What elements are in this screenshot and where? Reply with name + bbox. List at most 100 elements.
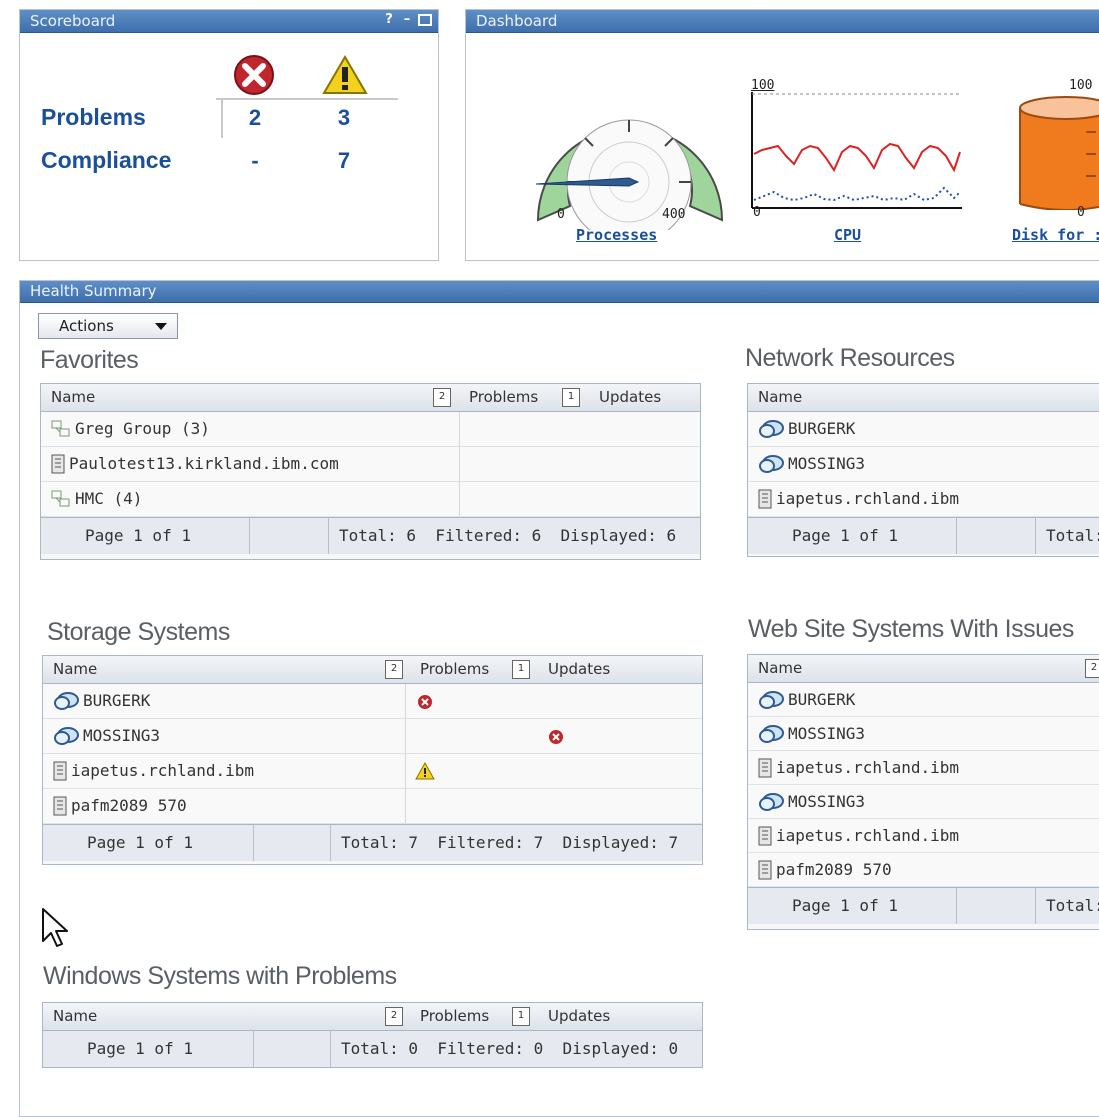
row-name[interactable]: BURGERK [788,412,855,446]
chevron-down-icon [155,323,167,330]
totals-text: Total: 7 Filtered: 7 Displayed: 7 [341,833,679,852]
name-column-header[interactable]: Name [53,656,97,683]
cpu-min: 0 [753,205,761,220]
updates-column-header[interactable]: Updates [548,1003,610,1030]
row-name[interactable]: MOSSING3 [83,719,160,753]
group-icon [51,490,70,507]
table-footer: Page 1 of 1 Total: [748,517,1099,554]
sort-icon[interactable]: 1 [562,388,580,407]
problems-column-header[interactable]: Problems [469,384,538,411]
page-indicator: Page 1 of 1 [87,833,193,852]
web-site-systems-title: Web Site Systems With Issues [748,615,1074,643]
warning-status-icon [415,762,435,780]
problems-label[interactable]: Problems [41,104,146,131]
totals-text: Total: [1046,896,1099,915]
problems-critical-count[interactable]: 2 [235,105,275,131]
table-footer: Page 1 of 1 Total: 6 Filtered: 6 Display… [41,517,700,554]
table-row[interactable]: MOSSING3 [748,447,1099,482]
sort-icon[interactable]: 1 [512,660,530,679]
row-name[interactable]: Paulotest13.kirkland.ibm.com [69,447,339,481]
compliance-warning-count[interactable]: 7 [324,148,364,174]
row-name[interactable]: iapetus.rchland.ibm [71,754,254,788]
row-name[interactable]: iapetus.rchland.ibm [776,819,959,852]
table-header: Name [748,384,1099,412]
windows-systems-title: Windows Systems with Problems [43,962,397,990]
sort-icon[interactable]: 2 [1085,659,1099,678]
table-row[interactable]: MOSSING3 [748,785,1099,819]
updates-column-header[interactable]: Updates [599,384,661,411]
system-icon [759,792,784,811]
row-name[interactable]: BURGERK [788,683,855,716]
scoreboard-title: Scoreboard [30,12,116,30]
sort-icon[interactable]: 2 [385,1007,403,1026]
disk-gauge[interactable] [1016,94,1099,210]
name-column-header[interactable]: Name [758,384,802,411]
table-row[interactable]: Greg Group (3) [41,412,700,447]
page-indicator: Page 1 of 1 [792,896,898,915]
processes-gauge[interactable] [516,70,736,230]
table-row[interactable]: Paulotest13.kirkland.ibm.com [41,447,700,482]
favorites-table: Name 2 Problems 1 Updates Greg Group (3)… [40,383,701,560]
row-name[interactable]: iapetus.rchland.ibm [776,751,959,784]
table-row[interactable]: MOSSING3 [43,719,702,754]
processes-max: 400 [662,207,686,222]
table-row[interactable]: BURGERK [43,684,702,719]
sort-icon[interactable]: 2 [433,388,451,407]
compliance-label[interactable]: Compliance [41,147,171,174]
row-name[interactable]: BURGERK [83,684,150,718]
row-name[interactable]: MOSSING3 [788,785,865,818]
server-icon [53,796,67,816]
actions-dropdown[interactable]: Actions [38,313,178,339]
problems-warning-count[interactable]: 3 [324,105,364,131]
maximize-icon[interactable] [418,14,432,26]
server-icon [51,454,65,474]
table-row[interactable]: iapetus.rchland.ibm [43,754,702,789]
web-site-systems-table: Name 2 BURGERK MOSSING3 iapetus.rchland.… [747,654,1099,930]
health-summary-title: Health Summary [30,282,157,300]
name-column-header[interactable]: Name [758,655,802,682]
table-row[interactable]: iapetus.rchland.ibm [748,482,1099,517]
name-column-header[interactable]: Name [53,1003,97,1030]
compliance-critical-count[interactable]: - [235,148,275,174]
cpu-link[interactable]: CPU [834,226,861,244]
row-name[interactable]: MOSSING3 [788,717,865,750]
table-row[interactable]: pafm2089 570 [43,789,702,824]
system-icon [759,420,784,438]
table-row[interactable]: MOSSING3 [748,717,1099,751]
minimize-icon[interactable]: – [400,13,414,27]
health-summary-title-bar: Health Summary [20,281,1099,303]
actions-label: Actions [59,317,114,335]
totals-text: Total: 6 Filtered: 6 Displayed: 6 [339,526,677,545]
problems-column-header[interactable]: Problems [420,656,489,683]
table-row[interactable]: pafm2089 570 [748,853,1099,887]
table-row[interactable]: iapetus.rchland.ibm [748,819,1099,853]
name-column-header[interactable]: Name [51,384,95,411]
sort-icon[interactable]: 1 [512,1007,530,1026]
table-row[interactable]: BURGERK [748,412,1099,447]
row-name[interactable]: HMC (4) [75,482,142,516]
processes-link[interactable]: Processes [576,226,657,244]
table-row[interactable]: iapetus.rchland.ibm [748,751,1099,785]
critical-status-icon [418,695,432,709]
processes-min: 0 [557,207,565,222]
cpu-chart[interactable] [750,84,965,210]
disk-max: 100 [1069,78,1093,93]
row-name[interactable]: pafm2089 570 [71,789,187,823]
critical-status-icon [549,730,563,744]
help-icon[interactable]: ? [382,13,396,27]
totals-text: Total: [1046,526,1099,545]
table-row[interactable]: HMC (4) [41,482,700,517]
table-header: Name 2 Problems 1 Updates [41,384,700,412]
sort-icon[interactable]: 2 [385,660,403,679]
row-name[interactable]: iapetus.rchland.ibm [776,482,959,516]
row-name[interactable]: pafm2089 570 [776,853,892,886]
problems-column-header[interactable]: Problems [420,1003,489,1030]
row-name[interactable]: Greg Group (3) [75,412,210,446]
disk-link[interactable]: Disk for : [1012,226,1099,244]
network-resources-title: Network Resources [745,344,955,372]
table-row[interactable]: BURGERK [748,683,1099,717]
row-name[interactable]: MOSSING3 [788,447,865,481]
system-icon [759,455,784,473]
updates-column-header[interactable]: Updates [548,656,610,683]
disk-min: 0 [1077,205,1085,220]
